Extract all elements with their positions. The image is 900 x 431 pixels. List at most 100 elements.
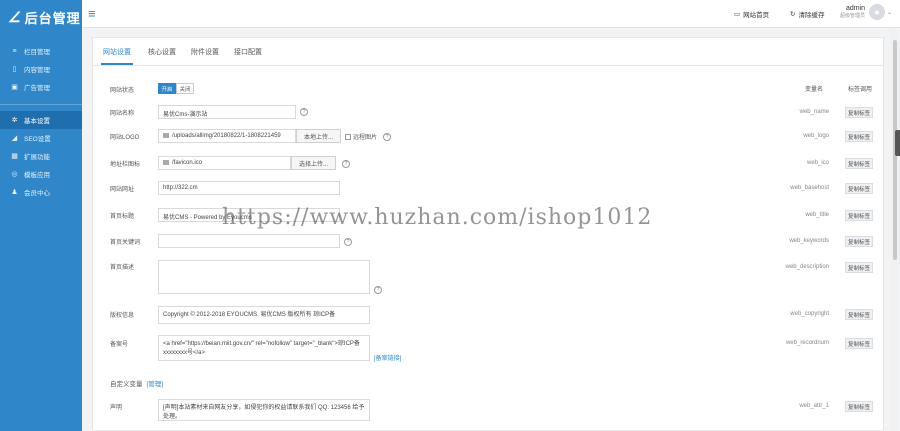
help-icon[interactable]: ? [344,238,352,246]
sidebar-item-templates[interactable]: ◎ 模板应用 [0,165,82,183]
var-name: web_name [799,109,829,115]
home-description-textarea[interactable] [158,260,370,294]
sidebar-item-ad-manage[interactable]: ▣ 广告管理 [0,78,82,96]
form-label: 首页描述 [110,265,135,271]
site-url-input[interactable]: http://322.cm [158,181,340,195]
var-name: web_description [785,264,829,270]
form-label: 版权信息 [110,313,135,319]
sidebar-item-extensions[interactable]: ▦ 扩展功能 [0,147,82,165]
help-icon[interactable]: ? [374,286,382,294]
copy-tag-button[interactable]: 复制标签 [845,338,873,349]
copy-tag-button[interactable]: 复制标签 [845,210,873,221]
user-icon: ♟ [11,189,18,196]
user-name: admin [845,5,866,12]
sidebar-item-label: SEO设置 [24,136,51,143]
form-row-recordnum: 备案号 <a href="https://beian.miit.gov.cn/"… [93,335,883,362]
logo-path-value: /uploads/allimg/20180822/1-1808221459 [172,133,281,140]
settings-panel: 网站设置 核心设置 附件设置 接口配置 变量名 标签调用 网站状态 开启 关闭 … [92,37,884,431]
status-on-option[interactable]: 开启 [158,83,176,94]
sidebar-item-basic-settings[interactable]: ✲ 基本设置 [0,111,82,129]
tab-attachment-settings[interactable]: 附件设置 [191,47,219,57]
form-row-status: 网站状态 开启 关闭 [93,83,883,97]
site-home-label: 网站首页 [743,12,770,19]
tab-site-settings[interactable]: 网站设置 [101,47,133,65]
ico-upload-button[interactable]: 选择上传... [291,156,336,170]
sidebar-item-label: 模板应用 [24,172,50,179]
copy-tag-button[interactable]: 复制标签 [845,131,873,142]
custom-vars-manage-link[interactable]: [管理] [147,381,164,388]
ico-path-value: /favicon.ico [172,160,203,167]
copy-tag-button[interactable]: 复制标签 [845,309,873,320]
var-name: web_logo [803,133,829,139]
sidebar-item-member-center[interactable]: ♟ 会员中心 [0,183,82,201]
home-keywords-input[interactable] [158,234,340,248]
form-row-ico: 地址栏图标 /favicon.ico 选择上传... ? web_ico 复制标… [93,156,883,172]
image-icon [163,160,169,165]
statement-textarea[interactable]: [声明]本站素材来自网友分享，如侵犯你的权益请联系我们 QQ: 123456 给… [158,399,370,421]
tab-api-config[interactable]: 接口配置 [234,47,262,57]
sidebar-item-content-manage[interactable]: ▯ 内容管理 [0,60,82,78]
monitor-icon: ▭ [734,11,741,18]
custom-vars-header: 自定义变量 [管理] [110,378,163,388]
status-toggle[interactable]: 开启 关闭 [158,83,194,94]
var-name: web_recordnum [785,340,829,346]
send-icon: ◢ [11,135,18,142]
settings-tabs: 网站设置 核心设置 附件设置 接口配置 [93,38,883,66]
form-row-statement: 声明 [声明]本站素材来自网友分享，如侵犯你的权益请联系我们 QQ: 12345… [93,399,883,421]
sidebar-item-label: 栏目管理 [24,49,50,56]
site-home-link[interactable]: ▭ 网站首页 [734,9,769,19]
copy-tag-button[interactable]: 复制标签 [845,262,873,273]
image-icon: ▣ [11,84,18,91]
help-icon[interactable]: ? [342,160,350,168]
logo-upload-button[interactable]: 本地上传... [296,129,341,143]
sidebar-item-label: 内容管理 [24,67,50,74]
recordnum-textarea[interactable]: <a href="https://beian.miit.gov.cn/" rel… [158,335,370,361]
form-label: 网站名称 [110,111,135,117]
var-name: web_basehost [790,185,829,191]
user-menu[interactable]: admin 超级管理员 ● ⌄ [840,4,892,20]
custom-vars-label: 自定义变量 [110,381,143,388]
refresh-icon: ↻ [790,11,796,18]
sidebar-item-label: 基本设置 [24,118,50,125]
copy-tag-button[interactable]: 复制标签 [845,158,873,169]
sidebar-group-settings: ✲ 基本设置 ◢ SEO设置 ▦ 扩展功能 ◎ 模板应用 ♟ 会员中心 [0,105,82,209]
copy-tag-button[interactable]: 复制标签 [845,236,873,247]
form-row-description: 首页描述 ? web_description 复制标签 [93,260,883,296]
side-edge-tab[interactable] [895,130,900,156]
copy-tag-button[interactable]: 复制标签 [845,107,873,118]
document-icon: ▯ [12,66,17,73]
form-label: 网站LOGO [110,135,140,141]
checkbox-box[interactable] [345,133,351,140]
tab-core-settings[interactable]: 核心设置 [148,47,176,57]
remote-image-checkbox[interactable]: 远程图片 [345,132,377,141]
clear-cache-label: 清除缓存 [798,12,825,19]
sidebar: ∠ 后台管理 ≡ 栏目管理 ▯ 内容管理 ▣ 广告管理 ✲ 基本设置 ◢ SEO设置 ▦ 扩… [0,0,82,431]
topbar: ≡ ▭ 网站首页 ↻ 清除缓存 admin 超级管理员 ● ⌄ [82,0,900,28]
copy-tag-button[interactable]: 复制标签 [845,183,873,194]
record-link[interactable]: [备案链接] [374,353,401,362]
menu-toggle-icon[interactable]: ≡ [88,6,96,21]
list-icon: ≡ [12,47,17,55]
help-icon[interactable]: ? [383,133,391,141]
site-name-input[interactable]: 易优Cms-演示站 [158,105,296,119]
ico-path-input[interactable]: /favicon.ico [158,156,291,170]
help-icon[interactable]: ? [300,108,308,116]
gear-icon: ✲ [11,117,18,124]
home-title-input[interactable]: 易优CMS - Powered by Eyoucms [158,208,340,222]
form-label: 备案号 [110,342,129,348]
form-label: 网站状态 [110,88,135,94]
form-row-title: 首页标题 易优CMS - Powered by Eyoucms web_titl… [93,208,883,224]
brand-logo[interactable]: ∠ 后台管理 [0,0,82,34]
template-icon: ◎ [11,171,18,178]
status-off-option[interactable]: 关闭 [176,83,194,94]
clear-cache-link[interactable]: ↻ 清除缓存 [790,9,824,19]
var-name: web_attr_1 [799,403,829,409]
sidebar-item-seo-settings[interactable]: ◢ SEO设置 [0,129,82,147]
copyright-textarea[interactable]: Copyright © 2012-2018 EYOUCMS. 易优CMS 版权所… [158,306,370,324]
logo-mark-icon: ∠ [8,8,22,25]
copy-tag-button[interactable]: 复制标签 [845,401,873,412]
sidebar-item-column-manage[interactable]: ≡ 栏目管理 [0,42,82,60]
user-names: admin 超级管理员 [840,5,865,19]
avatar[interactable]: ● [869,4,886,20]
logo-path-input[interactable]: /uploads/allimg/20180822/1-1808221459 [158,129,296,143]
